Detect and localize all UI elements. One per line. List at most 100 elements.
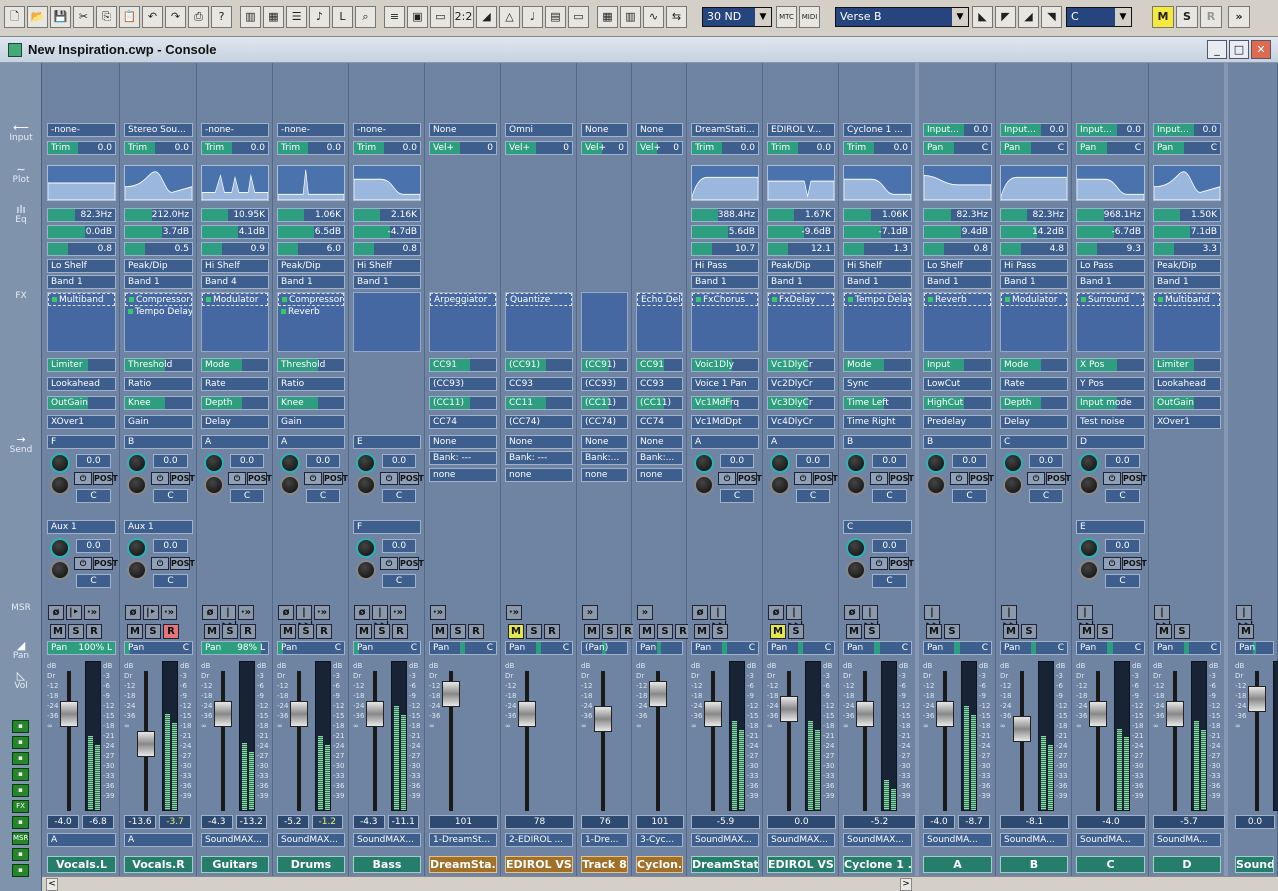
fx-bin[interactable]: Compressor Tempo Delay xyxy=(124,292,193,352)
pan-control[interactable]: Pan C xyxy=(277,641,345,655)
fx-param-control[interactable]: (CC91) xyxy=(581,358,628,372)
fx-param-control[interactable]: Lookahead xyxy=(47,377,116,391)
fx-param-control[interactable]: Vc3DlyCr xyxy=(767,396,835,410)
fx-param-control[interactable]: Delay xyxy=(1000,415,1068,429)
input-icon[interactable]: ▪ xyxy=(12,752,29,765)
zoom-icon[interactable]: ⌕ xyxy=(355,6,376,28)
eq-gain[interactable]: -6.7dB xyxy=(1076,225,1145,239)
solo-button[interactable]: S xyxy=(602,624,618,639)
eq-frequency[interactable]: 968.1Hz xyxy=(1076,208,1145,222)
send-post-button[interactable]: POST xyxy=(247,472,272,485)
video-icon[interactable]: ▤ xyxy=(545,6,566,28)
send-level-knob[interactable] xyxy=(204,453,224,473)
pan-control[interactable]: Pan C xyxy=(505,641,573,655)
solo-button[interactable]: S xyxy=(944,624,960,639)
send-pan-value[interactable]: C xyxy=(306,489,340,503)
fx-param-control[interactable]: CC74 xyxy=(429,415,497,429)
volume-fader-handle[interactable] xyxy=(290,701,308,727)
volume-value[interactable]: -13.6 xyxy=(124,815,156,829)
close-button[interactable]: ✕ xyxy=(1251,40,1271,59)
cut-icon[interactable]: ✂ xyxy=(73,6,94,28)
output-select[interactable]: SoundMAX... xyxy=(843,833,912,847)
send-pan-knob[interactable] xyxy=(1003,475,1023,495)
fx-param-control[interactable]: Lookahead xyxy=(1153,377,1221,391)
eq-q[interactable]: 4.8 xyxy=(1000,242,1068,256)
eq-frequency[interactable]: 82.3Hz xyxy=(1000,208,1068,222)
fx-param-control[interactable]: Time Right xyxy=(843,415,912,429)
volume-value[interactable]: -5.2 xyxy=(843,815,916,829)
send-pan-value[interactable]: C xyxy=(872,574,907,588)
fx-param-control[interactable]: Vc1DlyCr xyxy=(767,358,835,372)
msr-button[interactable]: ø xyxy=(354,605,370,620)
fx-item[interactable]: Multiband xyxy=(1154,293,1220,306)
fx-param-control[interactable]: Input xyxy=(923,358,992,372)
fx-param-control[interactable]: CC74 xyxy=(636,415,683,429)
send-destination-select[interactable]: F xyxy=(47,435,116,449)
fx-param-control[interactable]: Time Left xyxy=(843,396,912,410)
send-post-button[interactable]: POST xyxy=(399,472,424,485)
fx-param-control[interactable]: Mode xyxy=(843,358,912,372)
volume-fader-handle[interactable] xyxy=(856,701,874,727)
fx-param-control[interactable]: (CC11) xyxy=(581,396,628,410)
send-pan-knob[interactable] xyxy=(280,475,300,495)
send-level-knob[interactable] xyxy=(127,453,147,473)
msr-button[interactable]: |‣‣| xyxy=(296,605,313,631)
fx-param-control[interactable]: Gain xyxy=(277,415,345,429)
volume-fader-handle[interactable] xyxy=(649,681,667,707)
fx-param-control[interactable]: Vc4DlyCr xyxy=(767,415,835,429)
fx-param-control[interactable]: XOver1 xyxy=(1153,415,1221,429)
volume-value[interactable]: 101 xyxy=(636,815,684,829)
eq-gain[interactable]: -9.6dB xyxy=(767,225,835,239)
pan-icon[interactable]: ▪ xyxy=(12,848,29,861)
send-enable-button[interactable]: ⏻ xyxy=(1103,472,1121,485)
output-select[interactable]: 3-Cyc... xyxy=(636,833,683,847)
send-post-button[interactable]: POST xyxy=(737,472,762,485)
send-pan-value[interactable]: C xyxy=(872,489,907,503)
send-destination-select[interactable]: A xyxy=(767,435,835,449)
record-arm-button[interactable]: R xyxy=(86,624,102,639)
eq-frequency[interactable]: 2.16K xyxy=(353,208,421,222)
eq-gain[interactable]: 9.4dB xyxy=(923,225,992,239)
fx-param-control[interactable]: XOver1 xyxy=(47,415,116,429)
send-enable-button[interactable]: ⏻ xyxy=(870,557,888,570)
midi-sync-button[interactable]: MIDI xyxy=(799,6,820,28)
eq-gain[interactable]: 14.2dB xyxy=(1000,225,1068,239)
fx-param-control[interactable]: Sync xyxy=(843,377,912,391)
record-arm-button[interactable]: R xyxy=(240,624,256,639)
msr-button[interactable]: ·» xyxy=(238,605,254,620)
input-pan[interactable]: Pan C xyxy=(923,141,992,155)
send-pan-knob[interactable] xyxy=(846,475,866,495)
mute-button[interactable]: M xyxy=(1003,624,1019,639)
mute-button[interactable]: M xyxy=(926,624,942,639)
send-enable-button[interactable]: ⏻ xyxy=(1103,557,1121,570)
trim-control[interactable]: Trim 0.0 xyxy=(124,141,193,155)
velocity-trim[interactable]: Vel+ 0 xyxy=(581,141,628,155)
trim-control[interactable]: Trim 0.0 xyxy=(691,141,759,155)
msr-button[interactable]: ·» xyxy=(390,605,406,620)
send-post-button[interactable]: POST xyxy=(889,557,914,570)
fx-param-control[interactable]: Rate xyxy=(1000,377,1068,391)
send-level-knob[interactable] xyxy=(127,538,147,558)
pan-control[interactable]: Pan C xyxy=(691,641,759,655)
send-pan-knob[interactable] xyxy=(694,475,714,495)
fx-param-control[interactable]: Voic1Dly xyxy=(691,358,759,372)
strips-icon[interactable]: ▪ xyxy=(12,736,29,749)
send-enable-button[interactable]: ⏻ xyxy=(870,472,888,485)
send-post-button[interactable]: POST xyxy=(399,557,424,570)
send-level-value[interactable]: 0.0 xyxy=(952,454,987,468)
fx-item[interactable]: Echo Delay xyxy=(637,293,682,306)
fx-param-control[interactable]: (CC74) xyxy=(505,415,573,429)
output-select[interactable]: A xyxy=(47,833,116,847)
msr-toggle-button[interactable]: MSR xyxy=(12,832,29,845)
fx-param-control[interactable]: (CC93) xyxy=(581,377,628,391)
send-post-button[interactable]: POST xyxy=(1122,472,1147,485)
output-select[interactable]: SoundMAX... xyxy=(277,833,345,847)
layout-icon[interactable]: ▪ xyxy=(12,720,29,733)
eq-frequency[interactable]: 1.67K xyxy=(767,208,835,222)
volume-value[interactable]: -4.3 xyxy=(201,815,233,829)
mute-button[interactable]: M xyxy=(50,624,66,639)
output-select[interactable]: A xyxy=(124,833,193,847)
redo-icon[interactable]: ↷ xyxy=(165,6,186,28)
fx-item[interactable]: FxChorus xyxy=(692,293,758,306)
fx-bin[interactable]: Quantize xyxy=(505,292,573,352)
